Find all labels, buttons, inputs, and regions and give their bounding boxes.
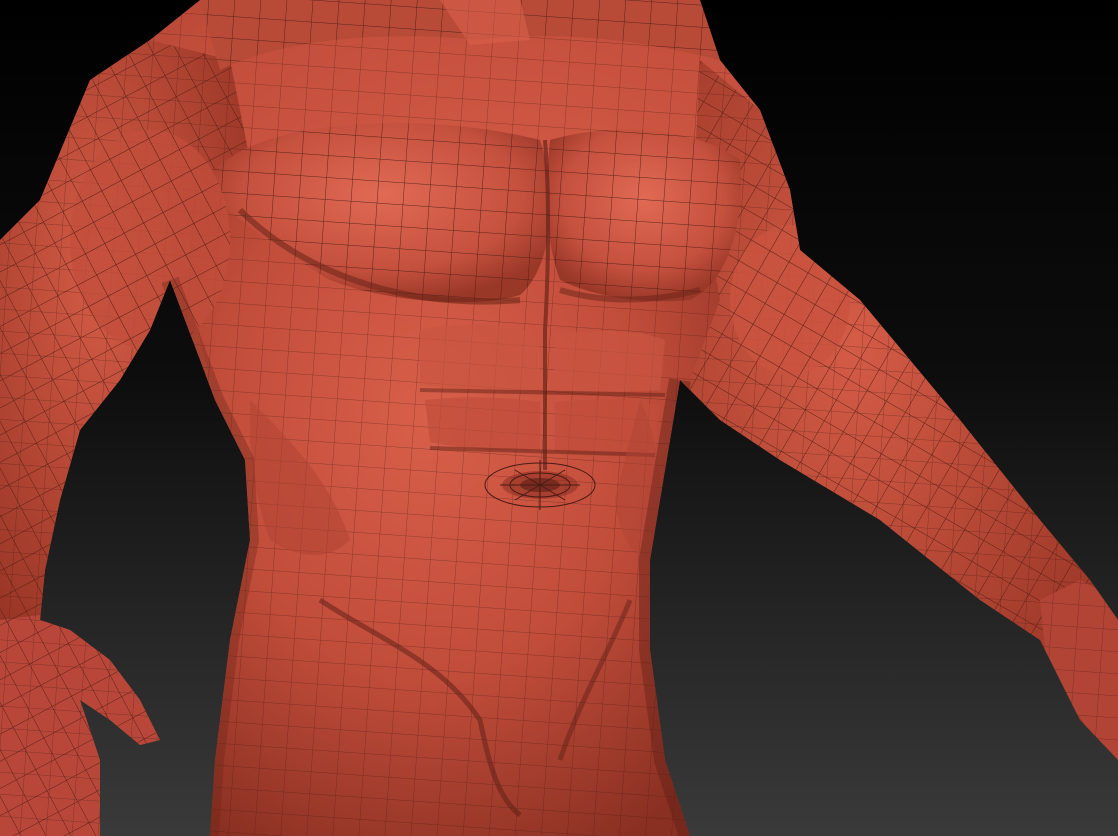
3d-viewport[interactable] (0, 0, 1118, 836)
viewport-canvas[interactable] (0, 0, 1118, 836)
left-deltoid-wire (70, 130, 230, 350)
right-pectoral-wire (547, 129, 741, 302)
